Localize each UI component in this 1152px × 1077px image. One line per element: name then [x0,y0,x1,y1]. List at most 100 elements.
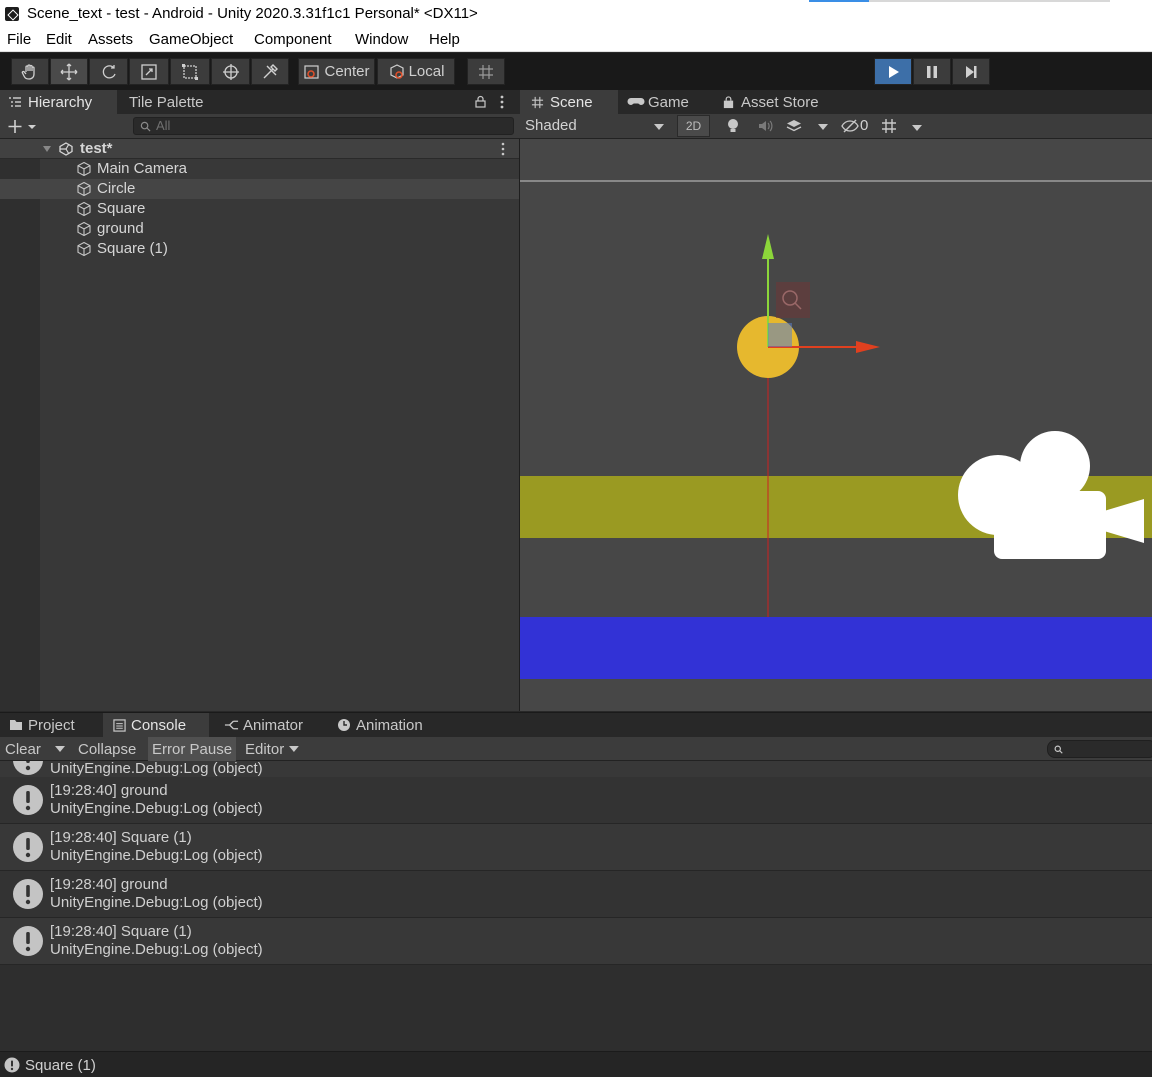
space-label: Local [408,63,445,80]
hierarchy-item-label: Square (1) [97,240,168,257]
move-gizmo-y-arrow [762,234,774,259]
scene-visibility-toggle[interactable]: 0 [839,116,873,136]
hierarchy-item-ground[interactable]: ground [0,219,519,239]
gamepad-icon [627,98,645,105]
menu-edit[interactable]: Edit [46,31,72,48]
hidden-eye-icon [841,119,859,133]
log-message: [19:28:40] Square (1) [50,923,192,940]
scene-effects-dropdown[interactable] [783,116,831,136]
hierarchy-search-input[interactable]: All [133,117,514,135]
grid-visibility-icon [882,119,896,133]
tab-asset-store[interactable]: Asset Store [722,90,842,114]
console-log-entry[interactable]: [19:28:40] Square (1) UnityEngine.Debug:… [0,918,1152,965]
console-log-entry[interactable]: [19:28:40] ground UnityEngine.Debug:Log … [0,777,1152,824]
hierarchy-toolbar: All [0,114,519,139]
menu-bar: File Edit Assets GameObject Component Wi… [0,29,1152,52]
pivot-label: Center [324,63,370,80]
scale-icon [141,63,157,80]
clear-label: Clear [5,740,41,758]
tab-animation[interactable]: Animation [337,713,447,737]
gizmos-grid-dropdown[interactable] [879,116,929,136]
dropdown-arrow-icon [55,746,65,752]
pause-button[interactable] [913,58,951,85]
hierarchy-item-square[interactable]: Square [0,199,519,219]
local-space-icon [389,63,404,79]
warning-icon [13,761,43,775]
2d-mode-toggle[interactable]: 2D [677,115,710,137]
console-icon [113,718,126,732]
menu-help[interactable]: Help [429,31,460,48]
scene-viewport[interactable] [519,139,1152,711]
editor-target-dropdown[interactable]: Editor [241,737,303,761]
editor-label: Editor [245,740,285,758]
dropdown-arrow-icon [818,124,828,130]
custom-tool-button[interactable] [251,58,289,85]
menu-assets[interactable]: Assets [88,31,133,48]
hand-tool-button[interactable] [11,58,49,85]
create-dropdown-button[interactable] [6,118,40,135]
console-toolbar: Clear Collapse Error Pause Editor [0,737,1152,761]
tab-asset-store-label: Asset Store [741,93,819,111]
rotate-tool-button[interactable] [89,58,128,85]
error-pause-toggle[interactable]: Error Pause [148,737,237,761]
dropdown-arrow-icon [289,746,299,752]
console-log-entry[interactable]: [19:28:40] ground UnityEngine.Debug:Log … [0,871,1152,918]
console-log-entry[interactable]: [19:28:40] Square (1) UnityEngine.Debug:… [0,824,1152,871]
hierarchy-item-label: Square [97,200,146,217]
panel-menu-icon[interactable] [498,95,506,109]
rect-tool-button[interactable] [170,58,210,85]
search-icon [1054,745,1063,754]
expand-arrow-icon[interactable] [42,144,52,154]
menu-gameobject[interactable]: GameObject [149,31,233,48]
step-button[interactable] [952,58,990,85]
scene-menu-icon[interactable] [499,142,507,156]
shading-mode-dropdown[interactable]: Shaded [519,114,669,138]
log-message: [19:28:40] ground [50,876,168,893]
tab-tile-palette[interactable]: Tile Palette [129,90,249,114]
selected-gizmo-highlight [776,282,810,318]
hierarchy-item-label: Circle [97,180,136,197]
scene-canvas [520,180,1152,679]
clear-button[interactable]: Clear [1,737,45,761]
lock-icon[interactable] [475,95,486,108]
play-button[interactable] [874,58,912,85]
grid-snap-icon [479,64,493,79]
menu-window[interactable]: Window [355,31,408,48]
hierarchy-item-label: ground [97,220,144,237]
layers-effects-icon [786,120,802,132]
tab-project[interactable]: Project [0,713,102,737]
move-tool-button[interactable] [50,58,88,85]
tab-scene[interactable]: Scene [520,90,618,114]
collapse-toggle[interactable]: Collapse [74,737,140,761]
scale-tool-button[interactable] [129,58,169,85]
scene-lighting-toggle[interactable] [720,116,746,136]
hierarchy-item-main-camera[interactable]: Main Camera [0,159,519,179]
title-accent-line [809,0,869,2]
bottom-tab-bar: Project Console Animator Animation [0,712,1152,737]
pivot-local-button[interactable]: Local [377,58,455,85]
speaker-icon [759,120,773,132]
clear-options-dropdown[interactable] [51,737,69,761]
console-search-input[interactable] [1047,740,1152,758]
console-log-list: UnityEngine.Debug:Log (object) [19:28:40… [0,761,1152,1051]
transform-tool-button[interactable] [211,58,250,85]
tab-hierarchy[interactable]: Hierarchy [0,90,117,114]
tab-game[interactable]: Game [627,90,711,114]
status-bar[interactable]: Square (1) [0,1051,1152,1077]
menu-file[interactable]: File [7,31,31,48]
gameobject-cube-icon [77,161,91,177]
scene-audio-toggle[interactable] [753,116,779,136]
menu-component[interactable]: Component [254,31,332,48]
tab-console[interactable]: Console [103,713,209,737]
scene-row[interactable]: test* [0,139,519,159]
hierarchy-search-placeholder: All [156,118,171,133]
tools-icon [263,63,278,78]
hierarchy-list-icon [9,97,21,107]
hierarchy-item-square-1[interactable]: Square (1) [0,239,519,259]
pivot-center-button[interactable]: Center [298,58,375,85]
tab-animator[interactable]: Animator [224,713,324,737]
hierarchy-item-circle[interactable]: Circle [0,179,519,199]
move-arrows-icon [60,63,78,80]
step-icon [966,65,977,78]
grid-snap-button[interactable] [467,58,505,85]
